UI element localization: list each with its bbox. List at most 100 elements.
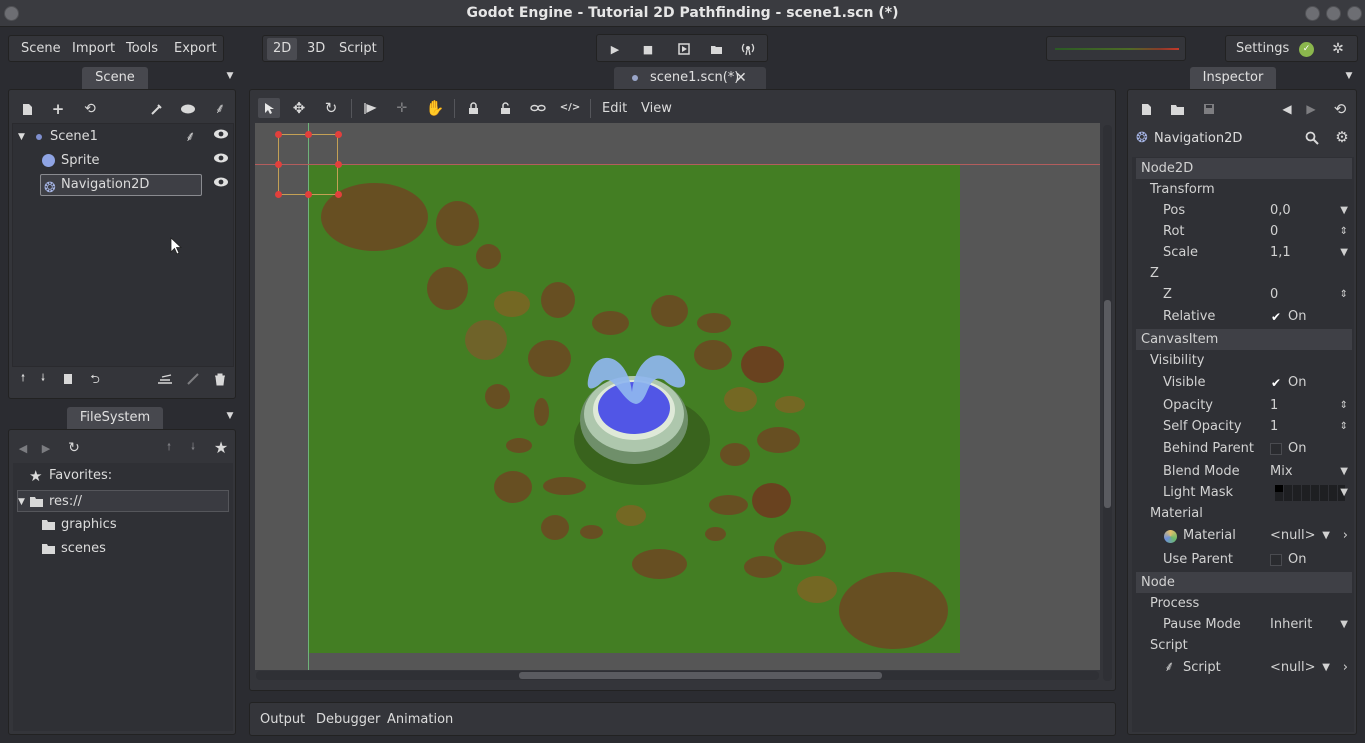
move-mode-icon[interactable]: ✥ xyxy=(290,99,308,117)
prop-pos[interactable]: Pos 0,0 ▼ xyxy=(1136,200,1354,221)
prop-value[interactable]: 1,1 xyxy=(1270,242,1291,263)
tree-item-navigation2d[interactable]: ❂ Navigation2D xyxy=(17,174,229,196)
prop-value[interactable]: Inherit xyxy=(1270,614,1312,635)
history-forward-icon[interactable]: ▶ xyxy=(1305,102,1317,116)
delete-icon[interactable] xyxy=(213,372,227,386)
section-canvasitem[interactable]: CanvasItem xyxy=(1136,329,1352,350)
group-visibility[interactable]: Visibility xyxy=(1150,350,1354,371)
group-transform[interactable]: Transform xyxy=(1150,179,1354,200)
prop-light-mask[interactable]: Light Mask ▼ xyxy=(1136,482,1354,503)
reparent-icon[interactable]: ⮌ xyxy=(88,373,102,385)
prop-visible[interactable]: Visible ✔ On xyxy=(1136,372,1354,393)
pan-mode-icon[interactable]: ✋ xyxy=(426,99,445,117)
spinner-arrows-icon[interactable]: ⇕ xyxy=(1340,416,1348,437)
script-attached-icon[interactable]: ⸙ xyxy=(185,126,196,148)
prop-value[interactable]: <null> xyxy=(1270,657,1316,678)
instance-scene-icon[interactable]: ⟲ xyxy=(82,101,98,117)
prop-self-opacity[interactable]: Self Opacity 1 ⇕ xyxy=(1136,416,1354,437)
tab-scene1-document[interactable]: scene1.scn(*) ✕ xyxy=(614,67,766,89)
dropdown-arrow-icon[interactable]: ▼ xyxy=(1340,614,1348,635)
refresh-icon[interactable]: ↻ xyxy=(67,441,81,455)
group-process[interactable]: Process xyxy=(1150,593,1354,614)
save-resource-icon[interactable] xyxy=(1202,102,1216,116)
visibility-eye-icon[interactable] xyxy=(213,150,229,172)
new-resource-icon[interactable] xyxy=(1139,102,1153,116)
add-child-node-icon[interactable]: + xyxy=(50,101,66,117)
favorites-item[interactable]: ★ Favorites: xyxy=(17,465,229,487)
prop-value[interactable]: 1 xyxy=(1270,395,1278,416)
stop-icon[interactable]: ■ xyxy=(640,41,656,57)
forward-arrow-icon[interactable]: ▶ xyxy=(40,442,52,454)
prop-script[interactable]: ⸙ Script <null> ▼ › xyxy=(1136,657,1354,678)
move-up-icon[interactable]: 🠕 xyxy=(17,373,29,385)
prop-relative[interactable]: Relative ✔ On xyxy=(1136,306,1354,327)
group-material[interactable]: Material xyxy=(1150,503,1354,524)
tree-item-sprite[interactable]: Sprite xyxy=(17,150,229,172)
merge-scene-icon[interactable] xyxy=(157,372,173,386)
object-history-icon[interactable]: ⟲ xyxy=(1332,101,1348,117)
minimize-button[interactable] xyxy=(1305,6,1320,21)
tab-filesystem[interactable]: FileSystem xyxy=(67,407,163,429)
maximize-button[interactable] xyxy=(1326,6,1341,21)
prop-behind-parent[interactable]: Behind Parent On xyxy=(1136,438,1354,459)
debug-options-icon[interactable] xyxy=(739,41,757,57)
resize-handle[interactable] xyxy=(305,191,312,198)
tree-item-scene1[interactable]: ▼ Scene1 ⸙ xyxy=(17,126,229,148)
edit-inherited-icon[interactable] xyxy=(185,372,201,386)
prop-value[interactable]: 1 xyxy=(1270,416,1278,437)
favorite-star-icon[interactable]: ★ xyxy=(213,440,229,456)
resize-handle[interactable] xyxy=(335,161,342,168)
window-menu-icon[interactable] xyxy=(4,6,19,21)
prop-value[interactable]: 0 xyxy=(1270,221,1278,242)
tab-debugger[interactable]: Debugger xyxy=(310,707,386,733)
prop-value[interactable]: <null> xyxy=(1270,525,1316,546)
prop-value[interactable]: On xyxy=(1270,549,1306,570)
tab-output[interactable]: Output xyxy=(254,707,311,733)
select-mode-icon[interactable] xyxy=(258,98,280,118)
prop-z[interactable]: Z 0 ⇕ xyxy=(1136,284,1354,305)
close-tab-icon[interactable]: ✕ xyxy=(735,67,747,89)
close-window-button[interactable] xyxy=(1347,6,1362,21)
vertical-scrollbar[interactable] xyxy=(1103,125,1112,681)
folder-item-graphics[interactable]: graphics xyxy=(17,514,229,536)
group-icon[interactable] xyxy=(529,99,547,117)
script-icon[interactable]: ⸙ xyxy=(212,101,228,117)
resize-handle[interactable] xyxy=(275,161,282,168)
prop-value[interactable]: 0 xyxy=(1270,284,1278,305)
dropdown-arrow-icon[interactable]: ▼ xyxy=(1322,525,1330,546)
gear-icon[interactable]: ⚙ xyxy=(1334,129,1350,145)
prop-opacity[interactable]: Opacity 1 ⇕ xyxy=(1136,395,1354,416)
edit-pivot-icon[interactable] xyxy=(362,99,378,117)
menu-scene[interactable]: Scene xyxy=(15,36,67,62)
skeleton-icon[interactable]: </> xyxy=(560,99,580,117)
res-root-item[interactable]: ▼ res:// xyxy=(17,490,229,512)
duplicate-icon[interactable] xyxy=(61,373,73,385)
dropdown-arrow-icon[interactable]: ▼ xyxy=(1340,242,1348,263)
scene-dock-menu-icon[interactable]: ▼ xyxy=(224,71,236,81)
move-down-icon[interactable]: 🠗 xyxy=(37,373,49,385)
history-back-icon[interactable]: ◀ xyxy=(1281,102,1293,116)
settings-button[interactable]: Settings xyxy=(1230,36,1295,62)
chevron-right-icon[interactable]: › xyxy=(1343,657,1348,678)
filter-icon[interactable] xyxy=(148,101,164,117)
horizontal-scrollbar[interactable] xyxy=(256,671,1099,680)
view-menu[interactable]: View xyxy=(635,96,678,122)
move-up-icon[interactable]: 🠕 xyxy=(163,442,175,454)
mode-2d-button[interactable]: 2D xyxy=(267,38,298,60)
prop-rot[interactable]: Rot 0 ⇕ xyxy=(1136,221,1354,242)
collapse-arrow-icon[interactable]: ▼ xyxy=(18,491,25,513)
resize-handle[interactable] xyxy=(335,191,342,198)
visibility-eye-icon[interactable] xyxy=(213,174,229,196)
prop-value[interactable]: ✔ On xyxy=(1270,372,1307,393)
tab-scene[interactable]: Scene xyxy=(82,67,148,89)
move-down-icon[interactable]: 🠗 xyxy=(187,442,199,454)
resize-handle[interactable] xyxy=(335,131,342,138)
checkbox-checked-icon[interactable]: ✔ xyxy=(1270,377,1282,389)
checkbox-checked-icon[interactable]: ✔ xyxy=(1270,311,1282,323)
load-resource-icon[interactable] xyxy=(1169,102,1185,116)
vertical-scrollbar-thumb[interactable] xyxy=(1104,300,1111,508)
prop-use-parent[interactable]: Use Parent On xyxy=(1136,549,1354,570)
tab-inspector[interactable]: Inspector xyxy=(1190,67,1276,89)
prop-pause-mode[interactable]: Pause Mode Inherit ▼ xyxy=(1136,614,1354,635)
prop-blend-mode[interactable]: Blend Mode Mix ▼ xyxy=(1136,461,1354,482)
